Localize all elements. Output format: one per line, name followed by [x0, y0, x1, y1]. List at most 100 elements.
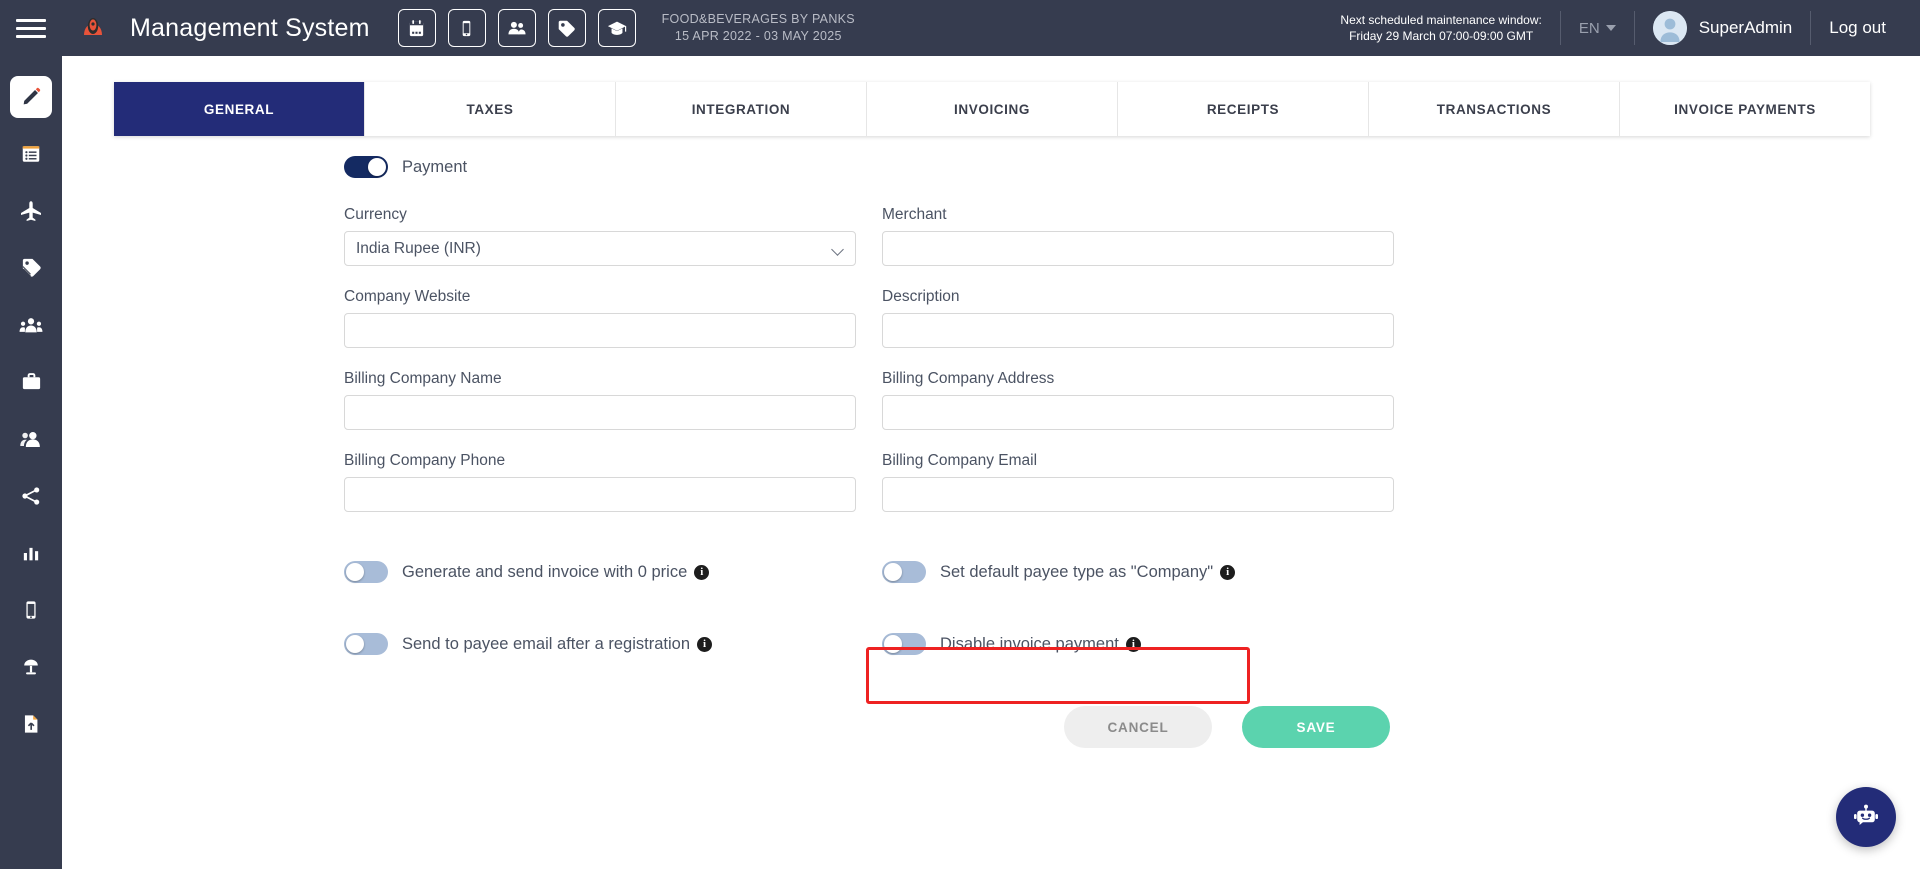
tab-taxes[interactable]: TAXES: [365, 82, 616, 136]
description-label: Description: [882, 288, 1394, 306]
group-people-icon: [19, 313, 43, 337]
save-button[interactable]: SAVE: [1242, 706, 1390, 748]
sidebar-item-business[interactable]: [0, 353, 62, 410]
lamp-icon: [20, 656, 42, 678]
language-selector[interactable]: EN: [1579, 20, 1616, 37]
mobile-device-icon: [20, 599, 42, 621]
disable-invoice-payment-row: Disable invoice payment i: [882, 633, 1141, 655]
briefcase-icon: [20, 370, 43, 393]
sidebar-item-upload[interactable]: [0, 695, 62, 752]
general-settings-form: Payment Currency Merchant Company Websit…: [62, 156, 1920, 748]
switch-row-2: Send to payee email after a registration…: [344, 616, 1920, 672]
business-name: FOOD&BEVERAGES BY PANKS: [662, 11, 855, 28]
billing-company-address-field: Billing Company Address: [882, 370, 1394, 430]
info-icon[interactable]: i: [1126, 637, 1141, 652]
file-upload-icon: [20, 713, 42, 735]
billing-company-email-label: Billing Company Email: [882, 452, 1394, 470]
sidebar-item-flights[interactable]: [0, 182, 62, 239]
company-website-input[interactable]: [344, 313, 856, 348]
tab-transactions[interactable]: TRANSACTIONS: [1369, 82, 1620, 136]
payment-toggle-label: Payment: [402, 158, 467, 177]
sidebar-item-mobile[interactable]: [0, 581, 62, 638]
sidebar-item-share[interactable]: [0, 467, 62, 524]
billing-company-email-input[interactable]: [882, 477, 1394, 512]
pencil-icon: [20, 86, 42, 108]
billing-company-address-label: Billing Company Address: [882, 370, 1394, 388]
settings-tabs: GENERAL TAXES INTEGRATION INVOICING RECE…: [114, 82, 1870, 136]
sidebar-item-edit[interactable]: [0, 68, 62, 125]
billing-company-name-field: Billing Company Name: [344, 370, 856, 430]
company-website-field: Company Website: [344, 288, 856, 348]
bar-chart-icon: [20, 542, 42, 564]
tab-integration[interactable]: INTEGRATION: [616, 82, 867, 136]
info-icon[interactable]: i: [1220, 565, 1235, 580]
disable-invoice-payment-toggle[interactable]: [882, 633, 926, 655]
sidebar-item-groups[interactable]: [0, 296, 62, 353]
avatar[interactable]: [1653, 11, 1687, 45]
disable-invoice-payment-label: Disable invoice payment: [940, 635, 1119, 654]
billing-company-name-input[interactable]: [344, 395, 856, 430]
tab-general[interactable]: GENERAL: [114, 82, 365, 136]
cancel-button[interactable]: CANCEL: [1064, 706, 1212, 748]
default-payee-company-row: Set default payee type as "Company" i: [882, 561, 1235, 583]
app-logo-icon[interactable]: [62, 15, 124, 41]
left-sidebar: [0, 56, 62, 869]
sidebar-item-kiosk[interactable]: [0, 638, 62, 695]
merchant-field: Merchant: [882, 206, 1394, 266]
payment-toggle-row: Payment: [344, 156, 1920, 178]
generate-invoice-zero-label: Generate and send invoice with 0 price: [402, 563, 687, 582]
sidebar-item-list[interactable]: [0, 125, 62, 182]
tag-icon[interactable]: [548, 9, 586, 47]
merchant-label: Merchant: [882, 206, 1394, 224]
top-header-bar: Management System: [0, 0, 1920, 56]
tab-invoice-payments[interactable]: INVOICE PAYMENTS: [1620, 82, 1870, 136]
currency-select[interactable]: [344, 231, 856, 266]
sidebar-item-reports[interactable]: [0, 524, 62, 581]
company-website-label: Company Website: [344, 288, 856, 306]
currency-field: Currency: [344, 206, 856, 266]
info-icon[interactable]: i: [694, 565, 709, 580]
billing-company-name-label: Billing Company Name: [344, 370, 856, 388]
billing-company-phone-input[interactable]: [344, 477, 856, 512]
tab-receipts[interactable]: RECEIPTS: [1118, 82, 1369, 136]
payment-toggle[interactable]: [344, 156, 388, 178]
send-payee-email-toggle[interactable]: [344, 633, 388, 655]
divider: [1560, 11, 1561, 45]
language-label: EN: [1579, 20, 1600, 37]
mobile-icon[interactable]: [448, 9, 486, 47]
logout-button[interactable]: Log out: [1829, 18, 1886, 38]
info-icon[interactable]: i: [697, 637, 712, 652]
users-icon: [19, 427, 43, 451]
default-payee-company-toggle[interactable]: [882, 561, 926, 583]
send-payee-email-label: Send to payee email after a registration: [402, 635, 690, 654]
billing-company-phone-label: Billing Company Phone: [344, 452, 856, 470]
description-field: Description: [882, 288, 1394, 348]
hamburger-icon[interactable]: [0, 19, 62, 38]
billing-company-address-input[interactable]: [882, 395, 1394, 430]
calendar-icon[interactable]: [398, 9, 436, 47]
send-payee-email-row: Send to payee email after a registration…: [344, 633, 882, 655]
generate-invoice-zero-row: Generate and send invoice with 0 price i: [344, 561, 882, 583]
robot-icon: [1850, 801, 1882, 833]
form-fields-grid: Currency Merchant Company Website Descri…: [344, 206, 1920, 534]
airplane-icon: [19, 199, 43, 223]
tab-invoicing[interactable]: INVOICING: [867, 82, 1118, 136]
chevron-down-icon: [1606, 25, 1616, 31]
currency-label: Currency: [344, 206, 856, 224]
sidebar-item-tags[interactable]: [0, 239, 62, 296]
chatbot-button[interactable]: [1836, 787, 1896, 847]
switch-options: Generate and send invoice with 0 price i…: [344, 544, 1920, 672]
page-title: Management System: [130, 14, 370, 43]
merchant-input[interactable]: [882, 231, 1394, 266]
switch-row-1: Generate and send invoice with 0 price i…: [344, 544, 1920, 600]
list-icon: [20, 143, 42, 165]
description-input[interactable]: [882, 313, 1394, 348]
business-context: FOOD&BEVERAGES BY PANKS 15 APR 2022 - 03…: [662, 11, 855, 45]
billing-company-email-field: Billing Company Email: [882, 452, 1394, 512]
sidebar-item-users[interactable]: [0, 410, 62, 467]
layers-tag-icon: [20, 256, 43, 279]
people-icon[interactable]: [498, 9, 536, 47]
form-actions: CANCEL SAVE: [62, 706, 1920, 748]
generate-invoice-zero-toggle[interactable]: [344, 561, 388, 583]
graduation-cap-icon[interactable]: [598, 9, 636, 47]
